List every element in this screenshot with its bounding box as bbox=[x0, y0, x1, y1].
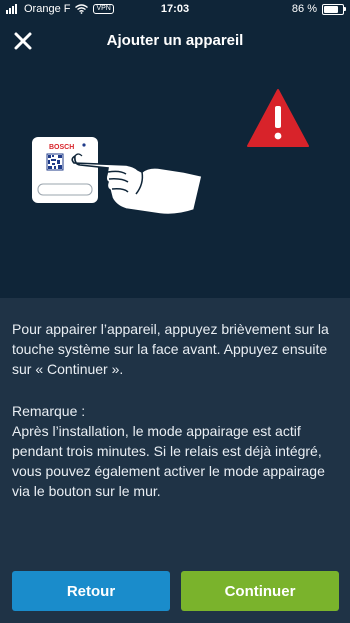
instructions-text: Pour appairer l’appareil, appuyez briève… bbox=[12, 321, 329, 377]
battery-fill bbox=[324, 5, 338, 13]
brand-logo: BOSCH bbox=[49, 144, 74, 151]
page-title: Ajouter un appareil bbox=[106, 32, 244, 49]
battery-percent: 86 % bbox=[291, 3, 317, 15]
remark-title: Remarque : bbox=[12, 403, 86, 419]
status-right: 86 % bbox=[291, 3, 346, 15]
warning-triangle-icon bbox=[247, 89, 309, 147]
qr-code-icon bbox=[46, 153, 64, 171]
back-button[interactable]: Retour bbox=[12, 571, 170, 611]
header: Ajouter un appareil bbox=[0, 20, 350, 62]
content-panel: Pour appairer l’appareil, appuyez briève… bbox=[0, 298, 350, 621]
relay-device-icon: BOSCH bbox=[32, 137, 203, 216]
status-bar: Orange F VPN 17:03 86 % bbox=[0, 0, 350, 20]
remark-text: Après l’installation, le mode appairage … bbox=[12, 423, 325, 499]
battery-icon bbox=[322, 3, 346, 15]
continue-button[interactable]: Continuer bbox=[181, 571, 339, 611]
illustration-panel: BOSCH bbox=[0, 62, 350, 298]
